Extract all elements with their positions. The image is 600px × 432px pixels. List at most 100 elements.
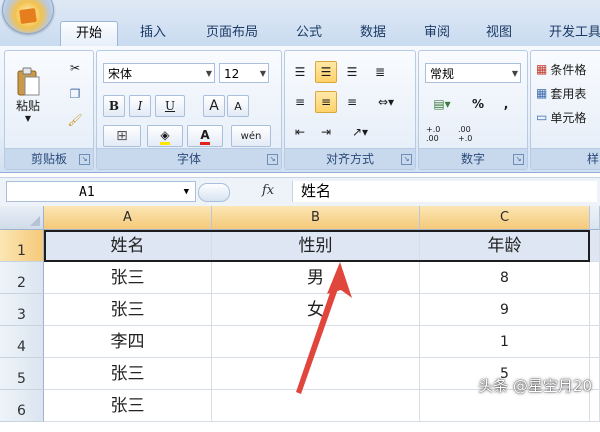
align-bottom-button[interactable]: ☰ [341, 61, 363, 83]
tab-review[interactable]: 审阅 [414, 21, 460, 45]
cell-d3[interactable] [590, 294, 600, 326]
name-box[interactable]: A1 ▼ [6, 181, 196, 202]
format-as-table-button[interactable]: ▦ 套用表 [535, 83, 600, 103]
tab-page-layout[interactable]: 页面布局 [194, 21, 270, 45]
conditional-format-button[interactable]: ▦ 条件格 [535, 59, 600, 79]
orientation-button[interactable]: ↗▾ [343, 121, 377, 143]
fill-color-button[interactable]: ◈ [147, 125, 183, 147]
phonetic-button[interactable]: wén [231, 125, 271, 147]
increase-indent-button[interactable]: ⇥ [315, 121, 337, 143]
office-button[interactable] [2, 0, 54, 34]
paste-button[interactable]: 粘贴 ▼ [9, 55, 47, 135]
copy-button[interactable]: ❐ [63, 83, 87, 105]
cell-b2[interactable]: 男 [212, 262, 420, 294]
cell-a1[interactable]: 姓名 [44, 230, 212, 262]
align-top-button[interactable]: ☰ [289, 61, 311, 83]
formula-bar-resize-handle[interactable] [198, 183, 230, 202]
row-header-3[interactable]: 3 [0, 294, 44, 326]
comma-button[interactable]: , [495, 93, 517, 115]
cell-d1[interactable] [590, 230, 600, 262]
tab-insert[interactable]: 插入 [126, 21, 180, 45]
row-header-2[interactable]: 2 [0, 262, 44, 294]
decrease-decimal-button[interactable]: .00 +.0 [457, 123, 485, 145]
font-size-value: 12 [224, 67, 240, 81]
tab-data[interactable]: 数据 [350, 21, 396, 45]
bold-button[interactable]: B [103, 95, 125, 117]
underline-button[interactable]: U [155, 95, 185, 117]
percent-button[interactable]: % [467, 93, 489, 115]
clipboard-launcher-icon[interactable]: ↘ [79, 154, 90, 165]
copy-icon: ❐ [69, 87, 81, 101]
column-header-d[interactable] [590, 206, 600, 230]
ribbon-tab-bar: 开始 插入 页面布局 公式 数据 审阅 视图 开发工具 [0, 0, 600, 47]
cell-c3[interactable]: 9 [420, 294, 590, 326]
row-header-4[interactable]: 4 [0, 326, 44, 358]
number-format-value: 常规 [430, 67, 455, 81]
font-color-button[interactable]: A [187, 125, 223, 147]
border-button[interactable]: ⊞ [103, 125, 141, 147]
cell-a4[interactable]: 李四 [44, 326, 212, 358]
currency-button[interactable]: ▤▾ [425, 93, 459, 115]
font-family-select[interactable]: 宋体 ▼ [103, 63, 215, 83]
format-painter-button[interactable]: 🖌 [63, 109, 87, 131]
worksheet-grid: A B C 1 姓名 性别 年龄 2 张三男 8 3 张三女 9 4 李四 1 5 张三 5 6 张三 头条 @星… [0, 206, 600, 422]
increase-decimal-button[interactable]: +.0 .00 [425, 123, 453, 145]
chevron-down-icon: ▼ [259, 69, 266, 78]
italic-button[interactable]: I [129, 95, 151, 117]
scissors-icon: ✂ [69, 61, 81, 75]
cell-b5[interactable] [212, 358, 420, 390]
decrease-indent-button[interactable]: ⇤ [289, 121, 311, 143]
row-header-6[interactable]: 6 [0, 390, 44, 422]
cell-c2[interactable]: 8 [420, 262, 590, 294]
cell-b6[interactable] [212, 390, 420, 422]
shrink-font-button[interactable]: A [227, 95, 249, 117]
align-top-icon: ☰ [294, 65, 306, 79]
row-header-5[interactable]: 5 [0, 358, 44, 390]
tab-home[interactable]: 开始 [60, 21, 118, 46]
number-launcher-icon[interactable]: ↘ [513, 154, 524, 165]
cell-c4[interactable]: 1 [420, 326, 590, 358]
cell-c1[interactable]: 年龄 [420, 230, 590, 262]
formula-input[interactable]: 姓名 [292, 181, 597, 202]
column-header-c[interactable]: C [420, 206, 590, 230]
font-family-value: 宋体 [108, 67, 133, 81]
cell-a6[interactable]: 张三 [44, 390, 212, 422]
cell-b4[interactable] [212, 326, 420, 358]
cell-d2[interactable] [590, 262, 600, 294]
tab-formulas[interactable]: 公式 [286, 21, 332, 45]
number-format-select[interactable]: 常规 ▼ [425, 63, 521, 83]
cell-a5[interactable]: 张三 [44, 358, 212, 390]
alignment-launcher-icon[interactable]: ↘ [401, 154, 412, 165]
grow-font-button[interactable]: A [203, 95, 225, 117]
font-size-select[interactable]: 12 ▼ [219, 63, 269, 83]
cell-b1[interactable]: 性别 [212, 230, 420, 262]
table-icon: ▦ [536, 86, 548, 100]
row-header-1[interactable]: 1 [0, 230, 44, 262]
merge-center-button[interactable]: ⇔▾ [369, 91, 403, 113]
wrap-text-button[interactable]: ≣ [369, 61, 391, 83]
brush-icon: 🖌 [67, 113, 83, 127]
cell-d4[interactable] [590, 326, 600, 358]
number-group-label: 数字 [419, 148, 527, 169]
align-center-button[interactable]: ≡ [315, 91, 337, 113]
column-header-a[interactable]: A [44, 206, 212, 230]
column-header-b[interactable]: B [212, 206, 420, 230]
tab-developer[interactable]: 开发工具 [540, 21, 600, 45]
font-group-label: 字体 [97, 148, 281, 169]
align-middle-button[interactable]: ☰ [315, 61, 337, 83]
align-right-button[interactable]: ≡ [341, 91, 363, 113]
chevron-down-icon: ▼ [205, 69, 212, 78]
cell-b3[interactable]: 女 [212, 294, 420, 326]
insert-function-icon[interactable]: fx [262, 183, 274, 198]
cell-a3[interactable]: 张三 [44, 294, 212, 326]
chevron-down-icon: ▼ [183, 187, 189, 197]
cell-styles-button[interactable]: ▭ 单元格 [535, 107, 600, 127]
tab-view[interactable]: 视图 [476, 21, 522, 45]
cell-a2[interactable]: 张三 [44, 262, 212, 294]
align-left-button[interactable]: ≡ [289, 91, 311, 113]
font-launcher-icon[interactable]: ↘ [267, 154, 278, 165]
align-left-icon: ≡ [294, 95, 306, 109]
select-all-button[interactable] [0, 206, 44, 230]
cut-button[interactable]: ✂ [63, 57, 87, 79]
conditional-format-icon: ▦ [536, 62, 548, 76]
